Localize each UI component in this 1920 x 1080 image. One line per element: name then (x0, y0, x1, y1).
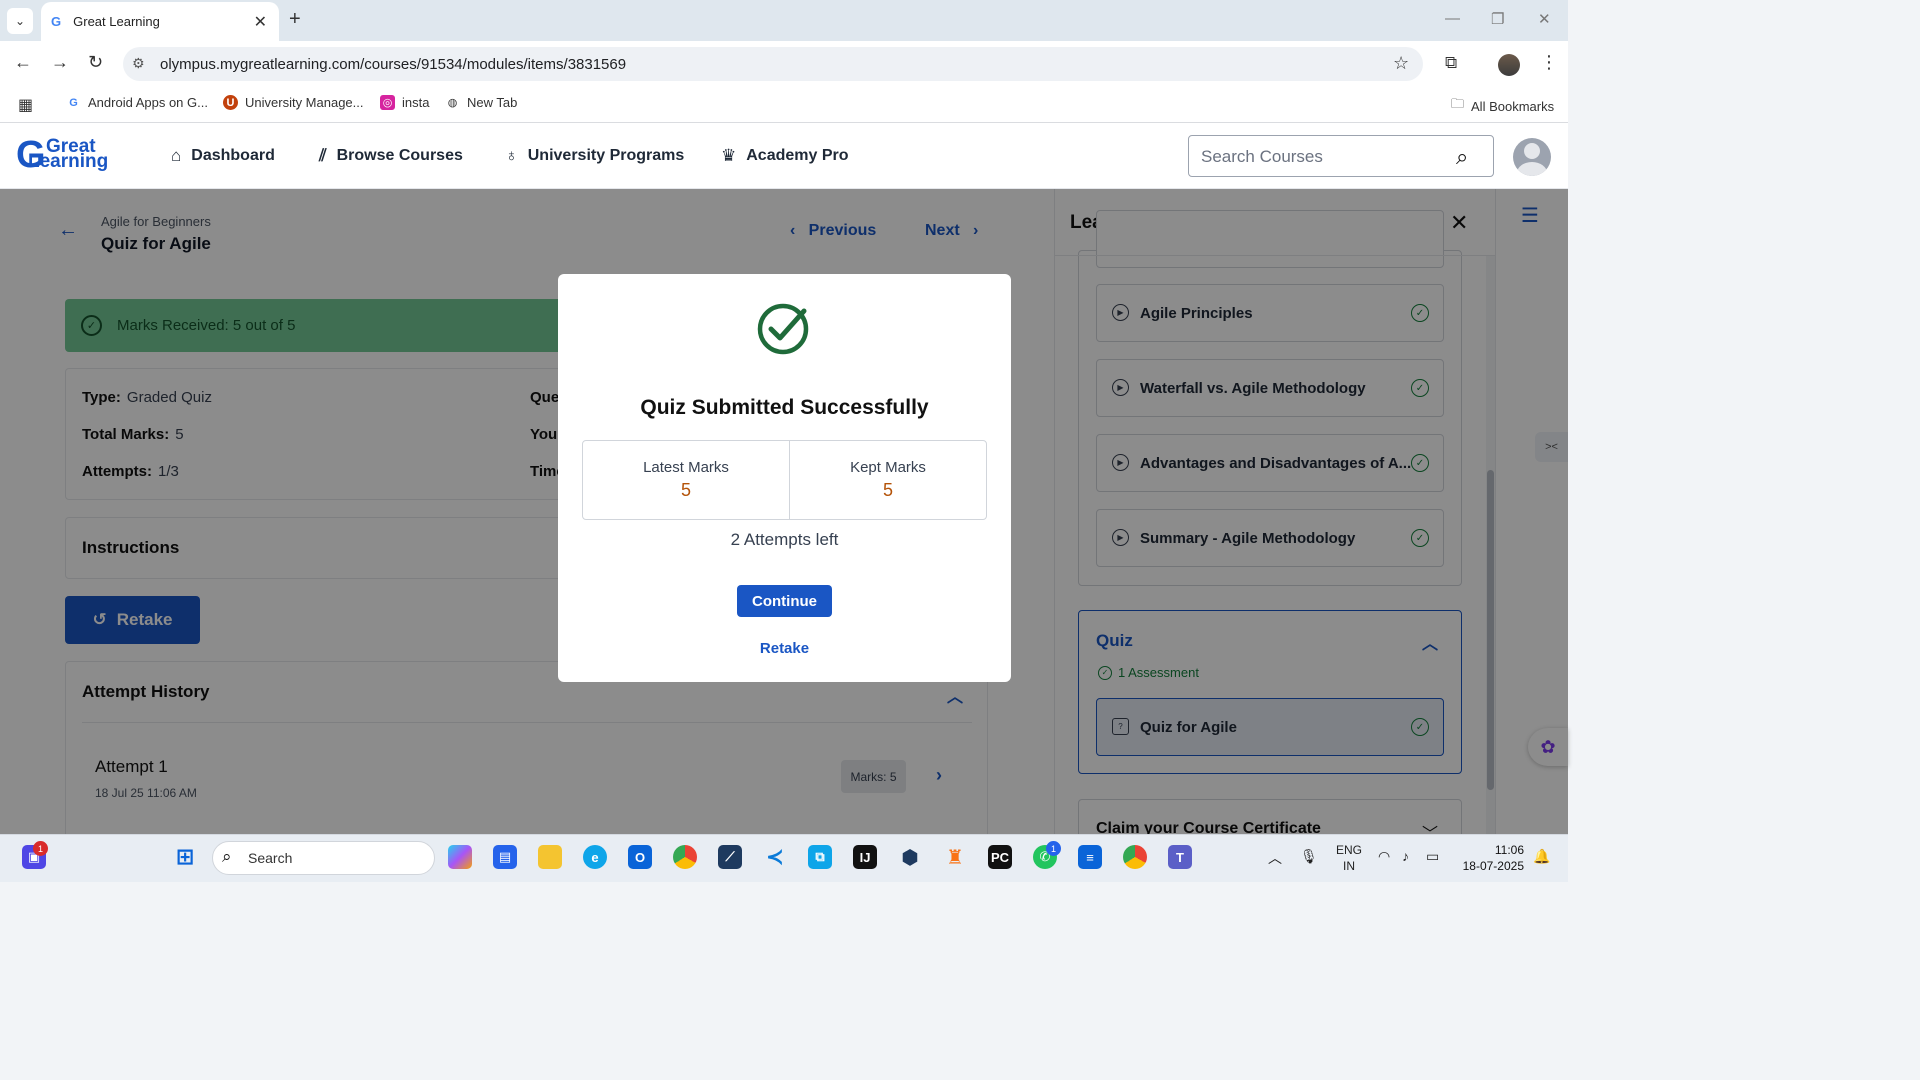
university-icon: U (223, 95, 238, 110)
bookmark-star-icon[interactable]: ☆ (1393, 53, 1409, 74)
search-icon: ⌕ (222, 847, 232, 866)
chrome-icon[interactable] (1123, 845, 1147, 869)
kept-marks-value: 5 (882, 480, 893, 500)
globe-icon: ◍ (447, 97, 458, 109)
close-window-icon[interactable]: ✕ (1538, 10, 1551, 28)
forward-icon[interactable]: → (51, 52, 69, 73)
microphone-muted-icon[interactable]: 🎙 (1300, 848, 1318, 865)
crown-icon: ♛ (721, 146, 737, 165)
taskbar-search-label: Search (248, 850, 293, 866)
tab-search-button[interactable]: ⌄ (7, 8, 33, 34)
continue-button[interactable]: Continue (737, 585, 832, 617)
nav-browse-courses[interactable]: ⫽ Browse Courses (319, 146, 463, 166)
file-explorer-icon[interactable] (538, 845, 562, 869)
nav-dashboard[interactable]: ⌂ Dashboard (171, 146, 275, 166)
intellij-icon[interactable]: IJ (853, 845, 877, 869)
nav-academy-pro[interactable]: ♛ Academy Pro (721, 146, 849, 166)
reload-icon[interactable]: ↻ (88, 52, 103, 73)
ribbon-icon: ♁ (505, 146, 518, 165)
notification-badge: 1 (1046, 841, 1061, 856)
app-icon[interactable]: ⧉ (808, 845, 832, 869)
all-bookmarks[interactable]: 🗀 All Bookmarks (1451, 95, 1554, 117)
modal-retake-link[interactable]: Retake (558, 640, 1011, 657)
teams-icon[interactable]: T (1168, 845, 1192, 869)
bookmark-university[interactable]: U University Manage... (223, 95, 364, 110)
taskbar-search[interactable] (212, 841, 435, 875)
back-icon[interactable]: ← (14, 52, 32, 73)
google-icon: G (69, 96, 78, 109)
modal-title: Quiz Submitted Successfully (640, 396, 929, 419)
instagram-icon: ◎ (380, 95, 395, 110)
battery-icon[interactable]: ▭ (1426, 848, 1439, 865)
windows-start-icon[interactable]: ⊞ (173, 844, 197, 869)
brave-icon[interactable]: ♜ (943, 845, 967, 869)
search-placeholder: Search Courses (1201, 147, 1323, 166)
chevron-up-icon[interactable]: ︿ (1268, 848, 1282, 868)
new-tab-button[interactable]: + (289, 8, 301, 31)
browser-tab[interactable]: G Great Learning ✕ (41, 2, 279, 41)
volume-icon[interactable]: ♪ (1402, 848, 1409, 864)
taskbar-clock[interactable]: 11:06 18-07-2025 (1458, 842, 1524, 874)
minimize-icon[interactable]: — (1445, 10, 1460, 27)
extensions-icon[interactable]: ⧉ (1445, 53, 1457, 73)
bookmark-android-apps[interactable]: G Android Apps on G... (66, 95, 208, 110)
notifications-bell-icon[interactable]: 🔔 (1533, 848, 1550, 865)
profile-avatar[interactable] (1498, 54, 1520, 76)
books-icon: ⫽ (319, 146, 327, 165)
virtualbox-icon[interactable]: ⬢ (898, 845, 922, 869)
more-menu-icon[interactable]: ⋮ (1540, 52, 1558, 73)
url-text[interactable]: olympus.mygreatlearning.com/courses/9153… (160, 56, 626, 73)
nav-university-programs[interactable]: ♁ University Programs (505, 146, 684, 166)
copilot-icon[interactable] (448, 845, 472, 869)
wifi-icon[interactable]: ◠ (1378, 848, 1390, 865)
latest-marks-label: Latest Marks (643, 459, 729, 476)
outlook-icon[interactable]: O (628, 845, 652, 869)
kept-marks-label: Kept Marks (850, 459, 926, 476)
site-info-icon[interactable]: ⚙ (132, 55, 145, 72)
pycharm-icon[interactable]: PC (988, 845, 1012, 869)
attempts-left-text: 2 Attempts left (730, 530, 839, 549)
success-check-icon (757, 303, 809, 355)
close-tab-icon[interactable]: ✕ (254, 12, 267, 32)
user-avatar[interactable] (1513, 138, 1551, 176)
bookmark-insta[interactable]: ◎ insta (380, 95, 429, 110)
latest-marks-value: 5 (680, 480, 691, 500)
home-icon: ⌂ (171, 146, 182, 165)
bookmark-new-tab[interactable]: ◍ New Tab (445, 95, 518, 110)
chrome-icon[interactable] (673, 845, 697, 869)
search-icon[interactable]: ⌕ (1456, 144, 1468, 170)
language-indicator[interactable]: ENG IN (1336, 842, 1362, 874)
tab-title: Great Learning (73, 14, 160, 29)
google-favicon-icon: G (51, 14, 62, 29)
folder-icon: 🗀 (1451, 96, 1465, 111)
edge-icon[interactable]: e (583, 845, 607, 869)
store-icon[interactable]: ▤ (493, 845, 517, 869)
app-icon[interactable]: ⟋ (718, 845, 742, 869)
restore-icon[interactable]: ❐ (1491, 10, 1504, 28)
vscode-icon[interactable]: ≺ (763, 844, 787, 869)
notepad-icon[interactable]: ≡ (1078, 845, 1102, 869)
apps-grid-icon[interactable]: ▦ (18, 95, 33, 115)
notification-badge: 1 (33, 841, 48, 856)
